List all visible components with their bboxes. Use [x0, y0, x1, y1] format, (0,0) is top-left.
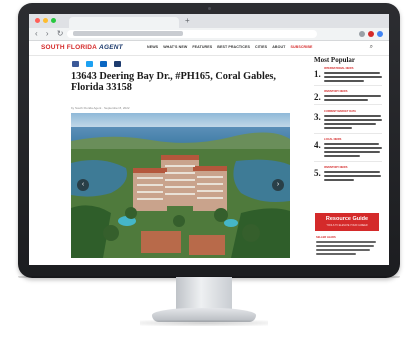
maximize-window-button[interactable] [51, 18, 56, 23]
article-byline: by South Florida Agent · September 8, 20… [71, 106, 130, 110]
browser-toolbar: ‹ › ↻ [29, 28, 389, 41]
close-window-button[interactable] [35, 18, 40, 23]
address-bar[interactable] [67, 30, 317, 38]
nav-item-features[interactable]: FEATURES [192, 45, 212, 49]
back-forward-icon[interactable]: ‹ › ↻ [35, 29, 66, 39]
profile-icon[interactable] [377, 31, 383, 37]
site-nav: NEWS WHAT'S NEW FEATURES BEST PRACTICES … [147, 45, 313, 49]
monitor: + ‹ › ↻ SOUTH FLORIDA AGENT NEWS WHAT'S N… [18, 3, 400, 278]
resource-guide-subtitle: TOOLS TO ELEVATE YOUR CAREER [326, 224, 368, 227]
share-bar [72, 61, 121, 67]
divider [314, 133, 382, 134]
minimize-window-button[interactable] [43, 18, 48, 23]
resource-guide-title: Resource Guide [325, 216, 369, 222]
nav-item-subscribe[interactable]: SUBSCRIBE [290, 45, 312, 49]
property-photo[interactable]: ‹ › [71, 113, 290, 258]
divider [314, 85, 382, 86]
nav-item-best-practices[interactable]: BEST PRACTICES [217, 45, 250, 49]
nav-item-news[interactable]: NEWS [147, 45, 158, 49]
resource-guide-category: SELLER LEADS [316, 236, 336, 239]
linkedin-icon[interactable] [100, 61, 107, 67]
site-header: SOUTH FLORIDA AGENT NEWS WHAT'S NEW FEATU… [29, 41, 389, 56]
search-icon[interactable]: ⌕ [370, 44, 373, 51]
webcam [208, 7, 211, 10]
screen: + ‹ › ↻ SOUTH FLORIDA AGENT NEWS WHAT'S N… [29, 14, 389, 265]
article-title: 13643 Deering Bay Dr., #PH165, Coral Gab… [71, 71, 276, 93]
nav-item-cities[interactable]: CITIES [255, 45, 267, 49]
facebook-icon[interactable] [72, 61, 79, 67]
browser-tab[interactable] [69, 17, 179, 28]
aerial-view-image [71, 113, 290, 258]
extension-icons [359, 31, 383, 37]
most-popular-heading: Most Popular [314, 56, 356, 64]
window-controls [35, 18, 56, 23]
browser-tab-bar: + [29, 14, 389, 28]
new-tab-icon[interactable]: + [185, 17, 190, 25]
nav-item-whats-new[interactable]: WHAT'S NEW [163, 45, 187, 49]
monitor-stand-neck [176, 277, 232, 311]
resource-guide-banner[interactable]: Resource Guide TOOLS TO ELEVATE YOUR CAR… [315, 213, 379, 231]
divider [314, 104, 382, 105]
extension-icon[interactable] [359, 31, 365, 37]
nav-item-about[interactable]: ABOUT [272, 45, 285, 49]
divider [314, 161, 382, 162]
extension-icon[interactable] [368, 31, 374, 37]
twitter-icon[interactable] [86, 61, 93, 67]
email-icon[interactable] [114, 61, 121, 67]
site-logo[interactable]: SOUTH FLORIDA AGENT [41, 44, 123, 51]
previous-photo-button[interactable]: ‹ [77, 179, 89, 191]
next-photo-button[interactable]: › [272, 179, 284, 191]
